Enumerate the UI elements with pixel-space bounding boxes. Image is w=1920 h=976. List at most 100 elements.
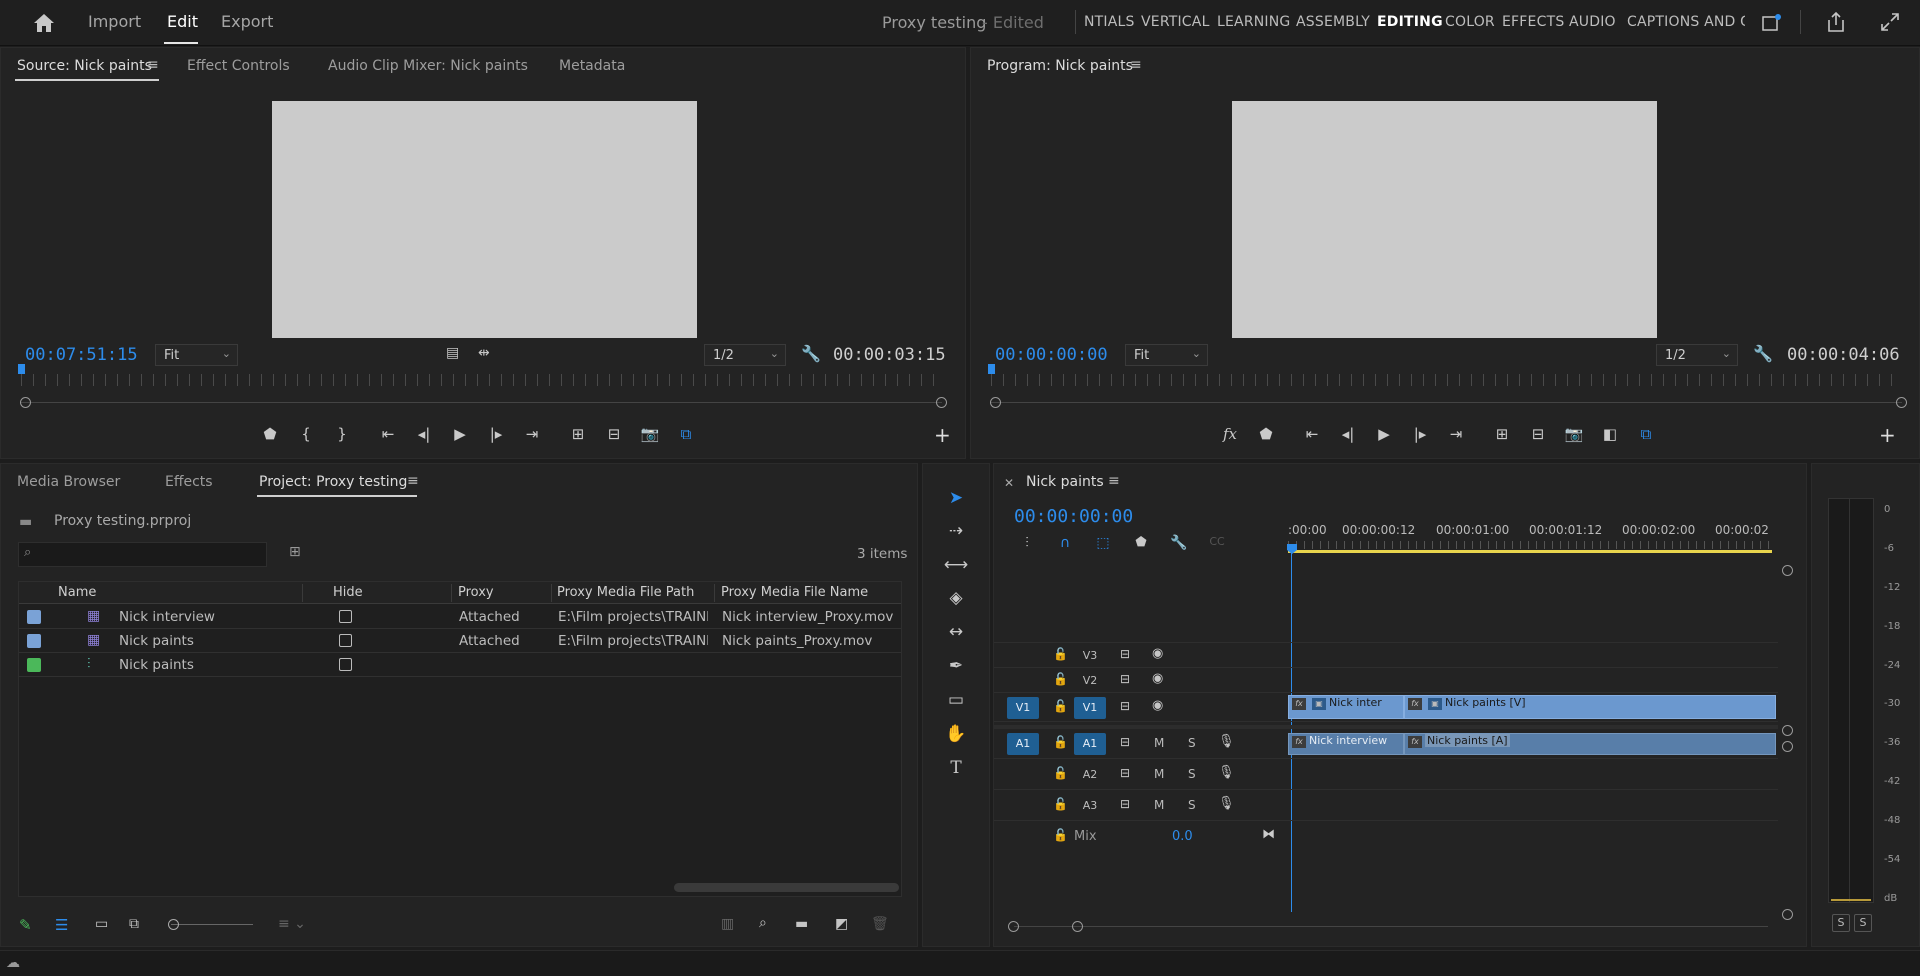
share-icon[interactable]	[1826, 11, 1846, 33]
solo-button[interactable]: S	[1188, 798, 1196, 812]
source-patch-a1[interactable]: A1	[1007, 733, 1039, 755]
step-forward-icon[interactable]: |▸	[1409, 425, 1431, 443]
table-row[interactable]: ⫶ Nick paints	[19, 653, 901, 677]
wrench-icon[interactable]: 🔧	[1753, 344, 1773, 363]
col-hide[interactable]: Hide	[333, 585, 363, 600]
insert-icon[interactable]: ⊞	[567, 425, 589, 443]
workspace-assembly[interactable]: ASSEMBLY	[1296, 14, 1370, 30]
freeform-view-icon[interactable]: ⧉	[129, 916, 139, 932]
tab-metadata[interactable]: Metadata	[559, 58, 625, 74]
workspace-effects[interactable]: EFFECTS	[1502, 14, 1564, 30]
drag-audio-icon[interactable]: ⇹	[478, 345, 490, 361]
hide-checkbox[interactable]	[339, 610, 352, 623]
scroll-handle-right[interactable]	[1896, 397, 1907, 408]
lock-icon[interactable]: 🔓	[1053, 828, 1068, 842]
video-clip[interactable]: fx ▣ Nick paints [V]	[1404, 695, 1776, 719]
track-label-a1[interactable]: A1	[1074, 733, 1106, 755]
wrench-icon[interactable]: 🔧	[801, 344, 821, 363]
tab-effects[interactable]: Effects	[165, 474, 213, 490]
col-name[interactable]: Name	[58, 585, 96, 600]
search-input[interactable]: ⌕	[18, 542, 267, 567]
zoom-slider[interactable]	[171, 924, 253, 925]
new-bin-icon[interactable]: ▬	[795, 916, 808, 932]
type-tool-icon[interactable]: T	[941, 758, 971, 778]
table-row[interactable]: ▦ Nick interview Attached E:\Film projec…	[19, 605, 901, 629]
timeline-playhead-timecode[interactable]: 00:00:00:00	[1014, 506, 1133, 527]
fx-icon[interactable]: fx	[1219, 425, 1241, 443]
track-label-a3[interactable]: A3	[1074, 795, 1106, 817]
add-marker-icon[interactable]: ⬟	[1255, 425, 1277, 443]
source-menu-icon[interactable]: ≡	[147, 57, 159, 73]
solo-button[interactable]: S	[1188, 736, 1196, 750]
export-frame-icon[interactable]: 📷	[1563, 425, 1585, 443]
work-area-bar[interactable]	[1288, 550, 1772, 553]
step-back-icon[interactable]: ◂|	[413, 425, 435, 443]
v-scroll-handle-bottom[interactable]	[1782, 909, 1793, 920]
source-playhead-timecode[interactable]: 00:07:51:15	[25, 345, 138, 365]
go-to-out-icon[interactable]: ⇥	[521, 425, 543, 443]
program-scrollbar[interactable]	[991, 402, 1902, 403]
lock-icon[interactable]: 🔓	[1053, 647, 1068, 661]
source-scrollbar[interactable]	[21, 402, 942, 403]
program-time-ruler[interactable]	[991, 374, 1901, 386]
step-forward-icon[interactable]: |▸	[485, 425, 507, 443]
col-divider[interactable]	[551, 584, 552, 602]
find-icon[interactable]: ⌕	[759, 915, 767, 931]
pen-tool-icon[interactable]: ✒	[941, 656, 971, 676]
program-fit-dropdown[interactable]: Fit ⌄	[1125, 344, 1208, 366]
item-name[interactable]: Nick paints	[119, 633, 194, 649]
sequence-tab[interactable]: Nick paints	[1026, 474, 1104, 490]
play-icon[interactable]: ▶	[449, 425, 471, 443]
workspace-audio[interactable]: AUDIO	[1569, 14, 1616, 30]
col-proxy-filename[interactable]: Proxy Media File Name	[721, 585, 868, 600]
sync-lock-icon[interactable]: ⊟	[1120, 797, 1130, 811]
microphone-icon[interactable]: 🎙	[1218, 734, 1235, 749]
sync-lock-icon[interactable]: ⊟	[1120, 699, 1130, 713]
program-menu-icon[interactable]: ≡	[1130, 57, 1142, 73]
creative-cloud-icon[interactable]: ☁	[6, 955, 20, 971]
razor-tool-icon[interactable]: ◈	[941, 588, 971, 608]
add-button-icon[interactable]: +	[934, 423, 951, 447]
solo-button[interactable]: S	[1188, 767, 1196, 781]
tab-audio-clip-mixer[interactable]: Audio Clip Mixer: Nick paints	[328, 58, 528, 74]
go-to-in-icon[interactable]: ⇤	[1301, 425, 1323, 443]
export-frame-icon[interactable]: 📷	[639, 425, 661, 443]
fullscreen-icon[interactable]	[1880, 12, 1900, 32]
track-label-v3[interactable]: V3	[1074, 645, 1106, 667]
microphone-icon[interactable]: 🎙	[1218, 765, 1235, 780]
col-divider[interactable]	[302, 584, 303, 602]
lock-icon[interactable]: 🔓	[1053, 797, 1068, 811]
nav-import[interactable]: Import	[88, 12, 141, 31]
captions-icon[interactable]: CC	[1206, 535, 1228, 551]
hand-tool-icon[interactable]: ✋	[941, 724, 971, 744]
tab-effect-controls[interactable]: Effect Controls	[187, 58, 290, 74]
v-scroll-handle-mid[interactable]	[1782, 725, 1793, 736]
overwrite-icon[interactable]: ⊟	[603, 425, 625, 443]
time-ruler[interactable]: :00:00 00:00:00:12 00:00:01:00 00:00:01:…	[1288, 521, 1774, 555]
zoom-slider-handle[interactable]	[168, 919, 179, 930]
mute-button[interactable]: M	[1154, 736, 1164, 750]
source-time-ruler[interactable]	[21, 374, 941, 386]
lock-icon[interactable]: 🔓	[1053, 699, 1068, 713]
col-divider[interactable]	[451, 584, 452, 602]
workspace-captions[interactable]: CAPTIONS AND GR	[1627, 14, 1745, 30]
nav-export[interactable]: Export	[221, 12, 273, 31]
sync-lock-icon[interactable]: ⊟	[1120, 647, 1130, 661]
icon-view-icon[interactable]: ▭	[95, 916, 108, 932]
zoom-handle-left[interactable]	[1008, 921, 1019, 932]
mute-button[interactable]: M	[1154, 798, 1164, 812]
proxy-toggle-icon[interactable]: ⧉	[1635, 425, 1657, 443]
col-proxy[interactable]: Proxy	[458, 585, 494, 600]
go-to-in-icon[interactable]: ⇤	[377, 425, 399, 443]
mark-out-icon[interactable]: }	[331, 425, 353, 443]
lift-icon[interactable]: ⊞	[1491, 425, 1513, 443]
sync-lock-icon[interactable]: ⊟	[1120, 672, 1130, 686]
new-item-icon[interactable]: ◩	[835, 916, 848, 932]
sync-lock-icon[interactable]: ⊟	[1120, 735, 1130, 749]
insert-sequence-icon[interactable]: ⫶	[1016, 535, 1038, 551]
extract-icon[interactable]: ⊟	[1527, 425, 1549, 443]
scroll-handle-left[interactable]	[20, 397, 31, 408]
compare-icon[interactable]: ◧	[1599, 425, 1621, 443]
list-view-icon[interactable]: ☰	[55, 916, 68, 934]
zoom-handle-right[interactable]	[1072, 921, 1083, 932]
